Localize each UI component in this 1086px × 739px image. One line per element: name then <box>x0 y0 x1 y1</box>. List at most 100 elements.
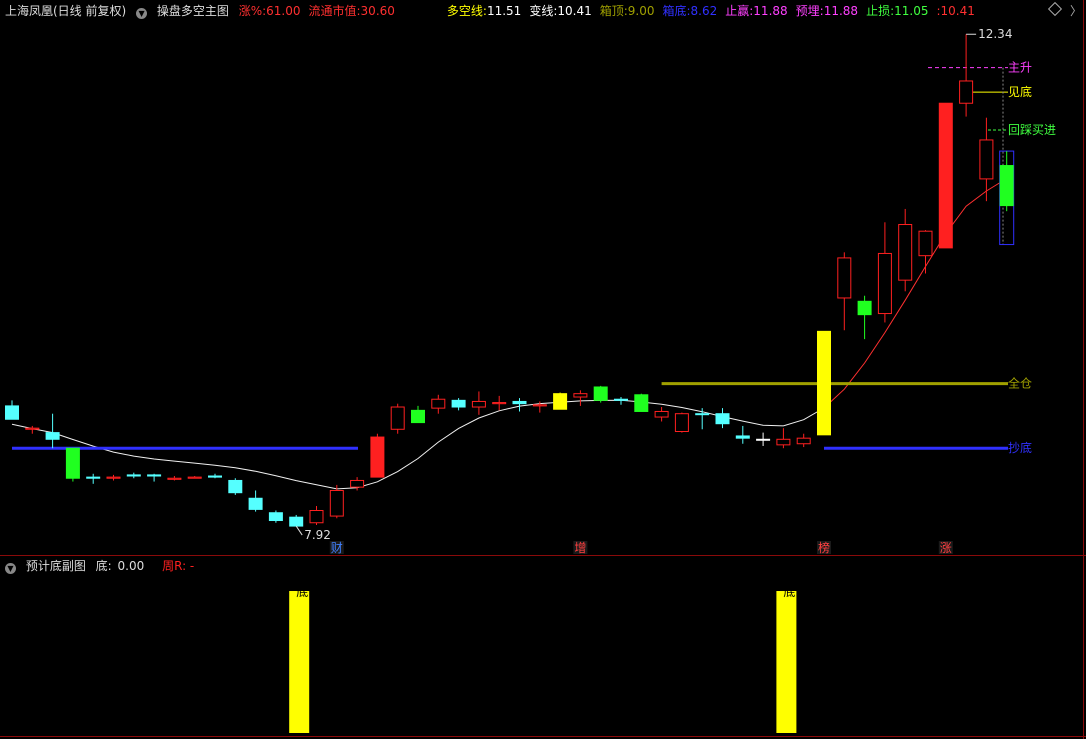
ma-line-red <box>823 178 1007 409</box>
candle <box>106 474 121 481</box>
candle-body <box>65 447 80 479</box>
candle <box>715 408 730 429</box>
candle <box>147 473 162 482</box>
candle-body <box>309 510 324 524</box>
level-label: 见底 <box>1008 84 1032 99</box>
candle-body <box>268 512 283 522</box>
candle-body <box>5 405 19 420</box>
candle-body <box>593 386 608 401</box>
candle-body <box>86 476 101 479</box>
candle <box>167 476 182 481</box>
event-marker: 增 <box>574 541 586 555</box>
candle-body <box>228 479 243 494</box>
candle-body <box>756 438 771 441</box>
candle <box>248 490 263 512</box>
candle <box>898 208 913 292</box>
candle-body <box>817 330 831 436</box>
kline-chart[interactable]: 全仓抄底 主升见底回踩买进 12.34 7.92财 增 榜 涨 底 底 <box>0 0 1086 739</box>
candle-body <box>898 224 913 281</box>
candle-body <box>451 399 466 408</box>
candle-body <box>370 436 385 478</box>
candle-body <box>45 432 60 440</box>
candle-body <box>25 427 40 430</box>
candle-body <box>492 402 507 405</box>
candle <box>756 432 771 446</box>
candle-body <box>938 102 953 249</box>
candle <box>370 433 385 478</box>
sub-bar-label: 底 <box>783 584 795 599</box>
candle <box>65 447 80 482</box>
candle <box>938 102 953 249</box>
candle <box>431 394 446 414</box>
candle-body <box>329 489 344 517</box>
event-marker: 榜 <box>818 540 830 555</box>
low-price-label: 7.92 <box>304 528 331 542</box>
candle <box>959 34 974 117</box>
candle <box>776 428 791 449</box>
candle <box>289 514 304 527</box>
candle <box>634 393 649 412</box>
event-marker: 涨 <box>940 540 952 555</box>
level-label: 抄底 <box>1008 440 1032 455</box>
candle-body <box>877 252 892 315</box>
candle-body <box>471 400 486 408</box>
candle-body <box>796 437 811 445</box>
candle <box>857 295 872 340</box>
candle <box>877 222 892 323</box>
candle-body <box>167 477 182 480</box>
candle <box>268 510 283 523</box>
high-price-label: 12.34 <box>978 27 1012 41</box>
candle <box>208 473 222 479</box>
candle-body <box>674 413 689 432</box>
candle-body <box>959 80 974 104</box>
candle-body <box>553 393 568 410</box>
candle-body <box>979 139 994 180</box>
candle <box>228 478 243 495</box>
candle <box>593 385 608 403</box>
candle-body <box>857 300 872 316</box>
candle <box>654 407 669 422</box>
level-label: 回踩买进 <box>1008 123 1056 137</box>
candle <box>187 476 202 479</box>
candle-body <box>715 413 730 425</box>
candle <box>86 473 101 484</box>
candle-body <box>512 400 527 405</box>
candle <box>5 400 19 420</box>
low-price-pointer <box>295 525 303 536</box>
candle-body <box>411 409 425 424</box>
candle-body <box>390 406 405 430</box>
candle-body <box>532 404 547 407</box>
candle <box>837 252 852 331</box>
candle-body <box>106 476 121 479</box>
candle <box>309 506 324 525</box>
candle <box>817 330 831 436</box>
event-marker: 财 <box>331 541 343 555</box>
candle-body <box>187 476 202 479</box>
candle-body <box>695 413 710 416</box>
candle-body <box>431 398 446 409</box>
candle <box>512 398 527 412</box>
candle-body <box>918 230 933 257</box>
candle-body <box>614 398 628 401</box>
candle-body <box>573 393 588 398</box>
candle-body <box>350 479 365 488</box>
candle <box>471 391 486 415</box>
candle <box>674 412 689 433</box>
candle <box>451 398 466 411</box>
candle <box>999 151 1014 212</box>
candle-body <box>248 497 263 510</box>
candle <box>492 395 507 411</box>
candle-body <box>208 475 222 478</box>
candle <box>695 408 710 430</box>
candle <box>45 413 60 449</box>
candle-body <box>654 410 669 418</box>
candle <box>350 477 365 491</box>
candle-body <box>776 438 791 446</box>
sub-bar <box>289 591 310 733</box>
candle-body <box>837 257 852 299</box>
candle-body <box>634 394 649 412</box>
candle <box>573 390 588 406</box>
candle <box>329 484 344 519</box>
candle-body <box>735 435 750 439</box>
candle <box>390 403 405 434</box>
